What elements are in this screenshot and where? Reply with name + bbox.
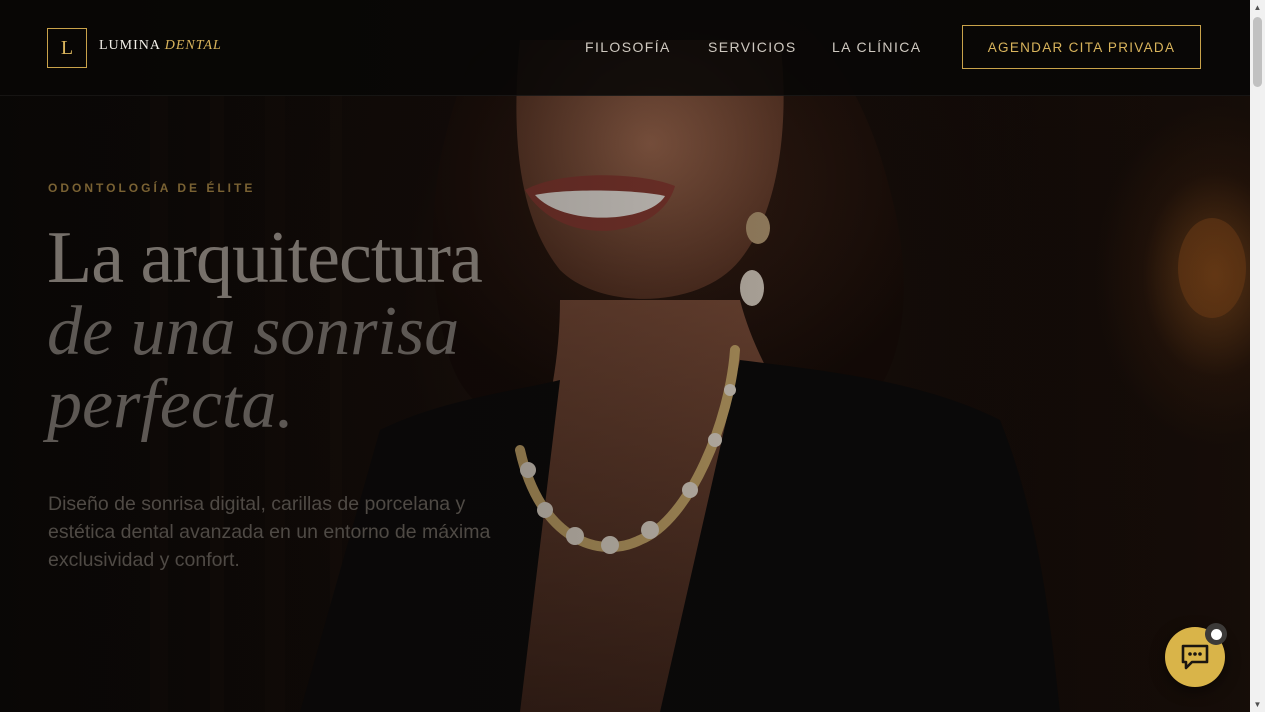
headline-line-2: de una sonrisa bbox=[47, 293, 460, 370]
chat-bubble-icon bbox=[1181, 644, 1209, 670]
scroll-up-arrow-icon[interactable]: ▲ bbox=[1250, 0, 1265, 15]
logo-name-accent: DENTAL bbox=[164, 38, 222, 53]
nav-link-servicios[interactable]: SERVICIOS bbox=[708, 39, 797, 55]
logo-name: LUMINA bbox=[99, 38, 161, 53]
chat-status-indicator bbox=[1205, 623, 1227, 645]
scroll-down-arrow-icon[interactable]: ▼ bbox=[1250, 697, 1265, 712]
nav-link-la-clinica[interactable]: LA CLÍNICA bbox=[832, 39, 921, 55]
page-scrollbar[interactable]: ▲ ▼ bbox=[1250, 0, 1265, 712]
hero-description: Diseño de sonrisa digital, carillas de p… bbox=[48, 492, 491, 571]
scroll-thumb[interactable] bbox=[1253, 17, 1262, 87]
logo-mark[interactable]: L bbox=[47, 28, 87, 68]
book-appointment-button[interactable]: AGENDAR CITA PRIVADA bbox=[962, 25, 1201, 69]
hero-headline: La arquitectura de una sonrisa perfecta. bbox=[47, 217, 483, 443]
nav-link-filosofia[interactable]: FILOSOFÍA bbox=[585, 39, 671, 55]
top-navigation: L LUMINA DENTAL FILOSOFÍA SERVICIOS LA C… bbox=[0, 0, 1250, 96]
logo-wordmark[interactable]: LUMINA DENTAL bbox=[99, 38, 222, 54]
headline-line-3: perfecta. bbox=[47, 366, 294, 443]
headline-line-1: La arquitectura bbox=[47, 217, 483, 299]
online-dot bbox=[1210, 628, 1222, 640]
hero-eyebrow: ODONTOLOGÍA DE ÉLITE bbox=[48, 181, 256, 195]
